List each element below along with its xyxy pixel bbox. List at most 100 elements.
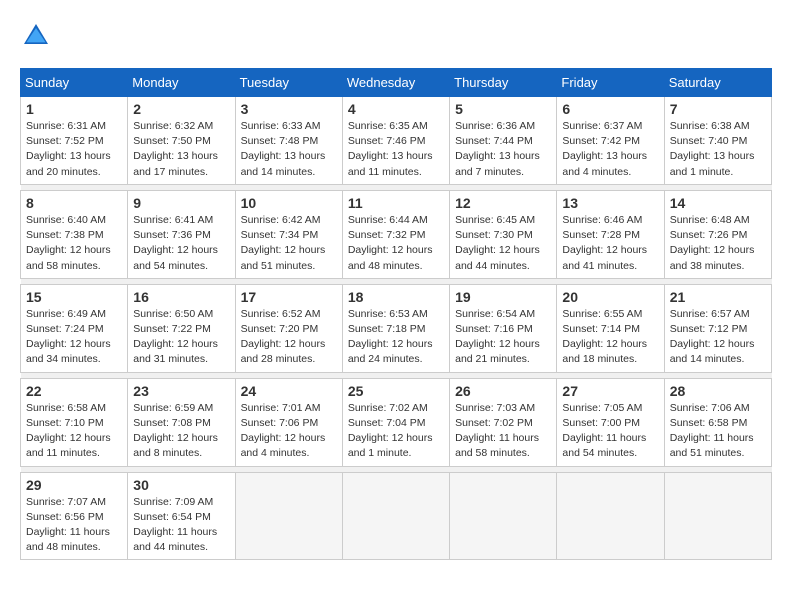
day-number: 15 (26, 289, 122, 305)
day-number: 10 (241, 195, 337, 211)
day-number: 26 (455, 383, 551, 399)
calendar-day-cell: 1Sunrise: 6:31 AMSunset: 7:52 PMDaylight… (21, 97, 128, 185)
day-number: 7 (670, 101, 766, 117)
day-info: Sunrise: 6:49 AMSunset: 7:24 PMDaylight:… (26, 307, 122, 368)
header-thursday: Thursday (450, 69, 557, 97)
day-info: Sunrise: 6:36 AMSunset: 7:44 PMDaylight:… (455, 119, 551, 180)
day-info: Sunrise: 6:31 AMSunset: 7:52 PMDaylight:… (26, 119, 122, 180)
calendar-day-cell: 26 Sunrise: 7:03 AMSunset: 7:02 PMDayligh… (450, 378, 557, 466)
day-info: Sunrise: 7:06 AMSunset: 6:58 PMDaylight:… (670, 401, 766, 462)
calendar-day-cell: 20 Sunrise: 6:55 AMSunset: 7:14 PMDayligh… (557, 284, 664, 372)
day-number: 28 (670, 383, 766, 399)
calendar-day-cell: 12Sunrise: 6:45 AMSunset: 7:30 PMDayligh… (450, 190, 557, 278)
day-number: 17 (241, 289, 337, 305)
day-number: 3 (241, 101, 337, 117)
day-info: Sunrise: 6:57 AMSunset: 7:12 PMDaylight:… (670, 307, 766, 368)
day-number: 27 (562, 383, 658, 399)
calendar-day-cell: 27 Sunrise: 7:05 AMSunset: 7:00 PMDayligh… (557, 378, 664, 466)
calendar-header-row: SundayMondayTuesdayWednesdayThursdayFrid… (21, 69, 772, 97)
calendar-day-cell: 30 Sunrise: 7:09 AMSunset: 6:54 PMDayligh… (128, 472, 235, 560)
day-number: 11 (348, 195, 444, 211)
day-info: Sunrise: 6:40 AMSunset: 7:38 PMDaylight:… (26, 213, 122, 274)
calendar-day-cell: 25 Sunrise: 7:02 AMSunset: 7:04 PMDayligh… (342, 378, 449, 466)
day-info: Sunrise: 6:45 AMSunset: 7:30 PMDaylight:… (455, 213, 551, 274)
day-info: Sunrise: 7:05 AMSunset: 7:00 PMDaylight:… (562, 401, 658, 462)
day-info: Sunrise: 7:03 AMSunset: 7:02 PMDaylight:… (455, 401, 551, 462)
day-number: 8 (26, 195, 122, 211)
day-number: 29 (26, 477, 122, 493)
day-info: Sunrise: 6:33 AMSunset: 7:48 PMDaylight:… (241, 119, 337, 180)
day-info: Sunrise: 6:35 AMSunset: 7:46 PMDaylight:… (348, 119, 444, 180)
page-header (20, 20, 772, 52)
calendar-week-5: 29 Sunrise: 7:07 AMSunset: 6:56 PMDayligh… (21, 472, 772, 560)
calendar-day-cell: 29 Sunrise: 7:07 AMSunset: 6:56 PMDayligh… (21, 472, 128, 560)
day-info: Sunrise: 6:46 AMSunset: 7:28 PMDaylight:… (562, 213, 658, 274)
day-number: 13 (562, 195, 658, 211)
day-info: Sunrise: 6:37 AMSunset: 7:42 PMDaylight:… (562, 119, 658, 180)
calendar-day-cell: 2Sunrise: 6:32 AMSunset: 7:50 PMDaylight… (128, 97, 235, 185)
calendar-day-cell: 4 Sunrise: 6:35 AMSunset: 7:46 PMDaylight… (342, 97, 449, 185)
calendar-day-cell: 15 Sunrise: 6:49 AMSunset: 7:24 PMDayligh… (21, 284, 128, 372)
calendar-week-1: 1Sunrise: 6:31 AMSunset: 7:52 PMDaylight… (21, 97, 772, 185)
calendar-day-cell (235, 472, 342, 560)
calendar-day-cell: 11 Sunrise: 6:44 AMSunset: 7:32 PMDayligh… (342, 190, 449, 278)
calendar-day-cell: 8 Sunrise: 6:40 AMSunset: 7:38 PMDaylight… (21, 190, 128, 278)
day-number: 16 (133, 289, 229, 305)
calendar-day-cell: 19 Sunrise: 6:54 AMSunset: 7:16 PMDayligh… (450, 284, 557, 372)
day-number: 30 (133, 477, 229, 493)
calendar-day-cell: 18 Sunrise: 6:53 AMSunset: 7:18 PMDayligh… (342, 284, 449, 372)
day-number: 24 (241, 383, 337, 399)
calendar-day-cell: 17 Sunrise: 6:52 AMSunset: 7:20 PMDayligh… (235, 284, 342, 372)
day-number: 4 (348, 101, 444, 117)
calendar-day-cell (557, 472, 664, 560)
day-info: Sunrise: 7:02 AMSunset: 7:04 PMDaylight:… (348, 401, 444, 462)
day-info: Sunrise: 6:44 AMSunset: 7:32 PMDaylight:… (348, 213, 444, 274)
day-info: Sunrise: 7:07 AMSunset: 6:56 PMDaylight:… (26, 495, 122, 556)
day-info: Sunrise: 7:09 AMSunset: 6:54 PMDaylight:… (133, 495, 229, 556)
day-number: 14 (670, 195, 766, 211)
day-info: Sunrise: 7:01 AMSunset: 7:06 PMDaylight:… (241, 401, 337, 462)
calendar-day-cell: 23 Sunrise: 6:59 AMSunset: 7:08 PMDayligh… (128, 378, 235, 466)
day-number: 6 (562, 101, 658, 117)
day-number: 23 (133, 383, 229, 399)
header-saturday: Saturday (664, 69, 771, 97)
day-info: Sunrise: 6:58 AMSunset: 7:10 PMDaylight:… (26, 401, 122, 462)
calendar-day-cell: 7 Sunrise: 6:38 AMSunset: 7:40 PMDaylight… (664, 97, 771, 185)
calendar-day-cell: 9Sunrise: 6:41 AMSunset: 7:36 PMDaylight… (128, 190, 235, 278)
day-info: Sunrise: 6:54 AMSunset: 7:16 PMDaylight:… (455, 307, 551, 368)
header-sunday: Sunday (21, 69, 128, 97)
day-number: 18 (348, 289, 444, 305)
day-number: 19 (455, 289, 551, 305)
day-number: 9 (133, 195, 229, 211)
day-info: Sunrise: 6:38 AMSunset: 7:40 PMDaylight:… (670, 119, 766, 180)
day-number: 20 (562, 289, 658, 305)
calendar-table: SundayMondayTuesdayWednesdayThursdayFrid… (20, 68, 772, 560)
calendar-week-3: 15 Sunrise: 6:49 AMSunset: 7:24 PMDayligh… (21, 284, 772, 372)
day-info: Sunrise: 6:59 AMSunset: 7:08 PMDaylight:… (133, 401, 229, 462)
day-number: 25 (348, 383, 444, 399)
calendar-day-cell: 13 Sunrise: 6:46 AMSunset: 7:28 PMDayligh… (557, 190, 664, 278)
calendar-week-2: 8 Sunrise: 6:40 AMSunset: 7:38 PMDaylight… (21, 190, 772, 278)
day-number: 21 (670, 289, 766, 305)
day-info: Sunrise: 6:53 AMSunset: 7:18 PMDaylight:… (348, 307, 444, 368)
calendar-day-cell: 22 Sunrise: 6:58 AMSunset: 7:10 PMDayligh… (21, 378, 128, 466)
day-number: 22 (26, 383, 122, 399)
calendar-day-cell: 14 Sunrise: 6:48 AMSunset: 7:26 PMDayligh… (664, 190, 771, 278)
calendar-day-cell: 16Sunrise: 6:50 AMSunset: 7:22 PMDayligh… (128, 284, 235, 372)
logo-icon (20, 20, 52, 52)
calendar-day-cell: 3 Sunrise: 6:33 AMSunset: 7:48 PMDaylight… (235, 97, 342, 185)
day-info: Sunrise: 6:55 AMSunset: 7:14 PMDaylight:… (562, 307, 658, 368)
calendar-day-cell: 28 Sunrise: 7:06 AMSunset: 6:58 PMDayligh… (664, 378, 771, 466)
calendar-day-cell (342, 472, 449, 560)
day-number: 2 (133, 101, 229, 117)
calendar-day-cell (450, 472, 557, 560)
day-info: Sunrise: 6:48 AMSunset: 7:26 PMDaylight:… (670, 213, 766, 274)
calendar-day-cell: 10Sunrise: 6:42 AMSunset: 7:34 PMDayligh… (235, 190, 342, 278)
day-info: Sunrise: 6:52 AMSunset: 7:20 PMDaylight:… (241, 307, 337, 368)
logo (20, 20, 56, 52)
header-monday: Monday (128, 69, 235, 97)
calendar-day-cell: 21 Sunrise: 6:57 AMSunset: 7:12 PMDayligh… (664, 284, 771, 372)
header-friday: Friday (557, 69, 664, 97)
calendar-week-4: 22 Sunrise: 6:58 AMSunset: 7:10 PMDayligh… (21, 378, 772, 466)
calendar-day-cell: 6 Sunrise: 6:37 AMSunset: 7:42 PMDaylight… (557, 97, 664, 185)
